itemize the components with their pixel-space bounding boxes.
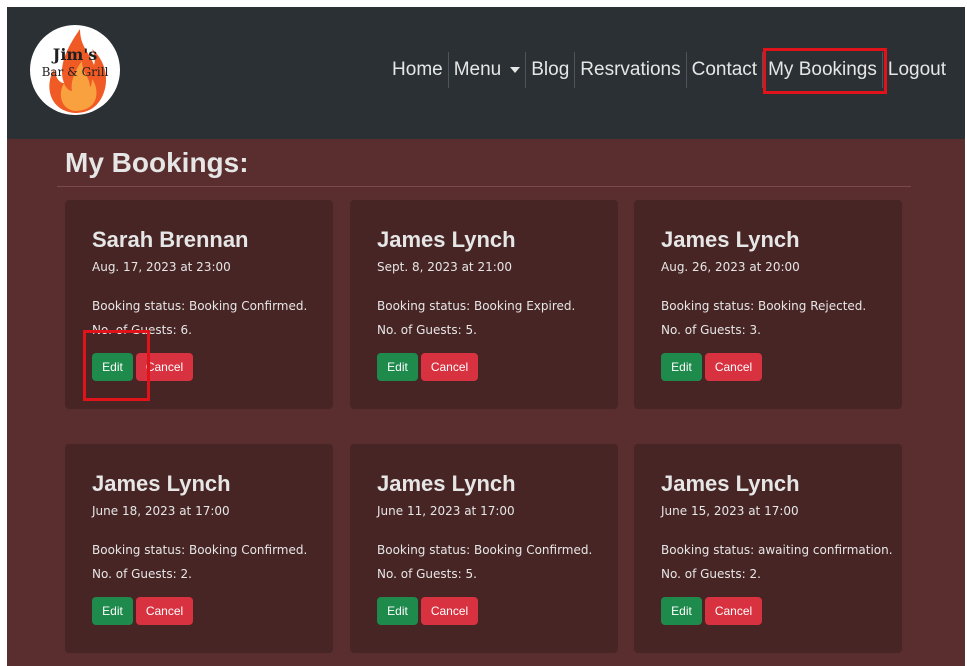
edit-button[interactable]: Edit [661, 353, 702, 381]
booking-name: James Lynch [377, 471, 516, 496]
cancel-button[interactable]: Cancel [705, 353, 762, 381]
booking-name: James Lynch [377, 227, 516, 252]
logo[interactable]: Jim's Bar & Grill [30, 25, 120, 115]
edit-button[interactable]: Edit [377, 597, 418, 625]
caret-down-icon [510, 67, 521, 73]
edit-button[interactable]: Edit [377, 353, 418, 381]
nav-blog[interactable]: Blog [525, 52, 574, 88]
nav-links: Home Menu Blog Resrvations Contact My Bo… [387, 52, 951, 88]
nav-menu-label: Menu [453, 59, 502, 80]
cancel-button[interactable]: Cancel [421, 353, 478, 381]
edit-button[interactable]: Edit [661, 597, 702, 625]
logo-line2: Bar & Grill [41, 65, 109, 79]
app-frame: Jim's Bar & Grill Home Menu Blog Resrvat… [7, 7, 965, 666]
edit-button[interactable]: Edit [92, 597, 133, 625]
booking-status: Booking status: Booking Expired. [377, 299, 576, 313]
cancel-button[interactable]: Cancel [136, 597, 193, 625]
nav-menu-dropdown[interactable]: Menu [447, 52, 526, 88]
booking-status: Booking status: awaiting confirmation. [661, 543, 893, 557]
booking-card: James Lynch June 15, 2023 at 17:00 Booki… [634, 444, 902, 653]
nav-home[interactable]: Home [387, 52, 448, 88]
booking-card: James Lynch Sept. 8, 2023 at 21:00 Booki… [350, 200, 618, 409]
cancel-button[interactable]: Cancel [421, 597, 478, 625]
booking-guests: No. of Guests: 3. [661, 323, 761, 337]
booking-date: Sept. 8, 2023 at 21:00 [377, 260, 513, 274]
booking-card: James Lynch June 18, 2023 at 17:00 Booki… [65, 444, 333, 653]
booking-name: James Lynch [661, 471, 800, 496]
edit-button[interactable]: Edit [92, 353, 133, 381]
booking-date: June 15, 2023 at 17:00 [661, 504, 799, 518]
booking-guests: No. of Guests: 6. [92, 323, 192, 337]
booking-status: Booking status: Booking Confirmed. [92, 543, 308, 557]
booking-name: James Lynch [661, 227, 800, 252]
nav-reservations[interactable]: Resrvations [574, 52, 685, 88]
booking-date: June 18, 2023 at 17:00 [92, 504, 230, 518]
booking-date: Aug. 26, 2023 at 20:00 [661, 260, 800, 274]
cancel-button[interactable]: Cancel [136, 353, 193, 381]
booking-name: James Lynch [92, 471, 231, 496]
booking-status: Booking status: Booking Rejected. [661, 299, 867, 313]
booking-date: Aug. 17, 2023 at 23:00 [92, 260, 231, 274]
booking-status: Booking status: Booking Confirmed. [377, 543, 593, 557]
navbar: Jim's Bar & Grill Home Menu Blog Resrvat… [7, 7, 965, 139]
cancel-button[interactable]: Cancel [705, 597, 762, 625]
nav-contact[interactable]: Contact [685, 52, 762, 88]
title-divider [57, 186, 911, 187]
booking-guests: No. of Guests: 2. [92, 567, 192, 581]
booking-status: Booking status: Booking Confirmed. [92, 299, 308, 313]
logo-line1: Jim's [52, 45, 98, 64]
booking-card: James Lynch Aug. 26, 2023 at 20:00 Booki… [634, 200, 902, 409]
booking-name: Sarah Brennan [92, 227, 249, 252]
nav-logout[interactable]: Logout [881, 52, 951, 88]
page-title: My Bookings: [65, 147, 249, 178]
booking-guests: No. of Guests: 2. [661, 567, 761, 581]
booking-guests: No. of Guests: 5. [377, 323, 477, 337]
nav-my-bookings[interactable]: My Bookings [762, 52, 882, 88]
booking-card: James Lynch June 11, 2023 at 17:00 Booki… [350, 444, 618, 653]
booking-date: June 11, 2023 at 17:00 [377, 504, 515, 518]
logo-text: Jim's Bar & Grill [30, 45, 120, 79]
booking-card: Sarah Brennan Aug. 17, 2023 at 23:00 Boo… [65, 200, 333, 409]
booking-guests: No. of Guests: 5. [377, 567, 477, 581]
